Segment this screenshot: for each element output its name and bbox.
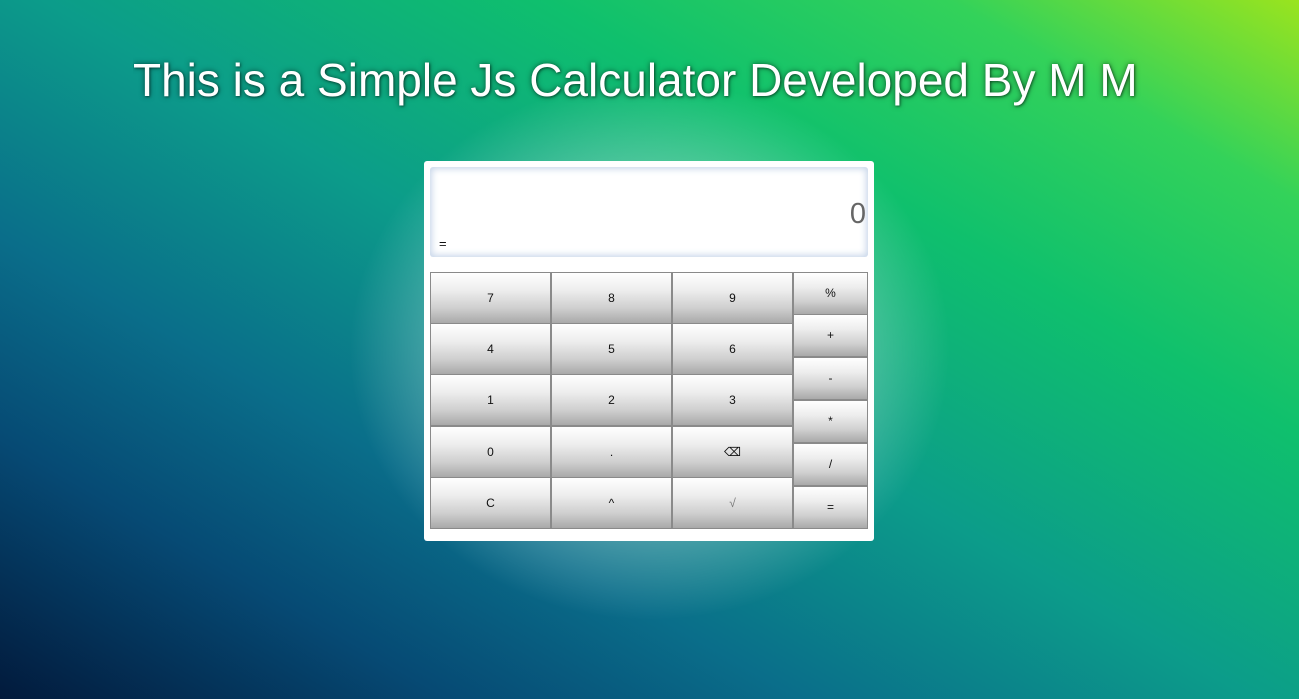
key-3[interactable]: 3 xyxy=(672,374,793,426)
clear-button[interactable]: C xyxy=(430,477,551,529)
multiply-button[interactable]: * xyxy=(793,400,868,443)
key-8[interactable]: 8 xyxy=(551,272,672,324)
divide-button[interactable]: / xyxy=(793,443,868,486)
key-5[interactable]: 5 xyxy=(551,323,672,375)
percent-button[interactable]: % xyxy=(793,272,868,315)
plus-button[interactable]: + xyxy=(793,314,868,357)
key-1[interactable]: 1 xyxy=(430,374,551,426)
equals-button[interactable]: = xyxy=(793,486,868,529)
key-0[interactable]: 0 xyxy=(430,426,551,478)
key-2[interactable]: 2 xyxy=(551,374,672,426)
display-expression: = xyxy=(439,236,447,251)
key-7[interactable]: 7 xyxy=(430,272,551,324)
key-6[interactable]: 6 xyxy=(672,323,793,375)
key-4[interactable]: 4 xyxy=(430,323,551,375)
backspace-button[interactable]: ⌫ xyxy=(672,426,793,478)
minus-button[interactable]: - xyxy=(793,357,868,400)
display-screen: 0 = xyxy=(430,167,868,257)
key-decimal-point[interactable]: . xyxy=(551,426,672,478)
page-title: This is a Simple Js Calculator Developed… xyxy=(133,54,1138,106)
power-button[interactable]: ^ xyxy=(551,477,672,529)
square-root-button[interactable]: √ xyxy=(672,477,793,529)
display-value: 0 xyxy=(849,198,866,230)
keypad: 7 8 9 4 5 6 1 2 3 0 . ⌫ C ^ √ % + - * / … xyxy=(430,272,868,529)
calculator: 0 = 7 8 9 4 5 6 1 2 3 0 . ⌫ C ^ √ % + - … xyxy=(424,161,874,541)
key-9[interactable]: 9 xyxy=(672,272,793,324)
